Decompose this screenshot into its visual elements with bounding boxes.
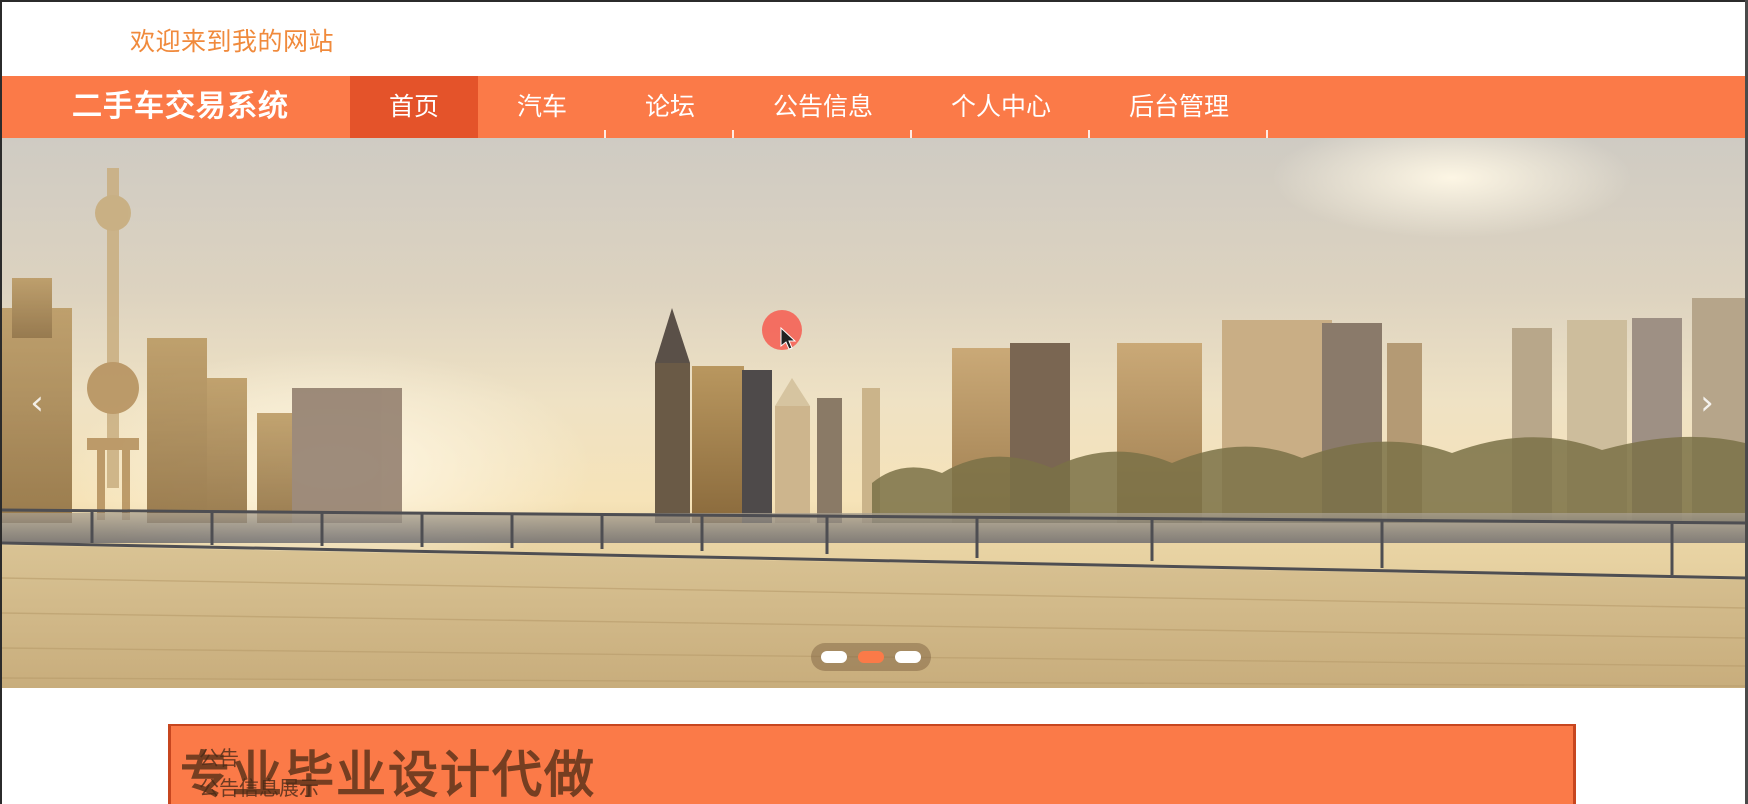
nav-item-label: 个人中心: [950, 92, 1051, 121]
right-skyline: [655, 298, 1745, 523]
nav-item-forum[interactable]: 论坛: [606, 76, 734, 138]
nav-item-label: 公告信息: [772, 92, 873, 121]
watermark-text: 专业毕业设计代做: [180, 746, 596, 804]
nav-item-personal-center[interactable]: 个人中心: [912, 76, 1090, 138]
welcome-text: 欢迎来到我的网站: [130, 27, 335, 56]
nav-item-cars[interactable]: 汽车: [478, 76, 606, 138]
nav-item-label: 论坛: [644, 92, 695, 121]
mouse-cursor-icon: [780, 327, 797, 350]
nav-item-admin[interactable]: 后台管理: [1090, 76, 1268, 138]
page: 欢迎来到我的网站 二手车交易系统 首页 汽车 论坛 公告信息 个人中心 后台管理: [0, 0, 1748, 804]
nav-item-announcements[interactable]: 公告信息: [734, 76, 912, 138]
chevron-left-icon[interactable]: ‹: [22, 383, 52, 423]
carousel-indicators: [811, 643, 931, 671]
site-brand[interactable]: 二手车交易系统: [72, 76, 289, 138]
nav-item-home[interactable]: 首页: [350, 76, 478, 138]
welcome-bar: 欢迎来到我的网站: [2, 2, 1745, 76]
nav-item-label: 后台管理: [1128, 92, 1229, 121]
left-skyline: [2, 168, 402, 523]
city-skyline-image: [2, 138, 1745, 688]
carousel-dot-2[interactable]: [858, 651, 884, 663]
main-nav: 二手车交易系统 首页 汽车 论坛 公告信息 个人中心 后台管理: [2, 76, 1745, 138]
carousel-dot-1[interactable]: [821, 651, 847, 663]
nav-separator: [1266, 130, 1268, 138]
chevron-right-icon[interactable]: ›: [1692, 383, 1722, 423]
nav-item-label: 汽车: [516, 92, 567, 121]
banner-carousel: ‹ ›: [2, 138, 1745, 688]
carousel-dot-3[interactable]: [895, 651, 921, 663]
nav-item-label: 首页: [388, 92, 439, 121]
